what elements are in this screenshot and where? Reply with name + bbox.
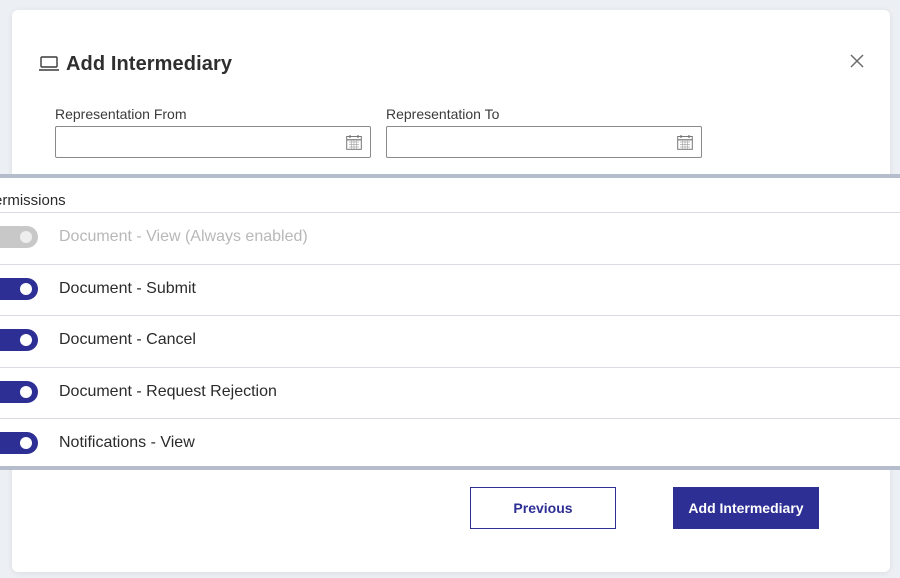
close-icon[interactable] <box>848 52 866 70</box>
permission-toggle-request-rejection[interactable] <box>0 381 38 403</box>
dialog-header: Add Intermediary <box>38 50 232 78</box>
calendar-icon[interactable] <box>346 135 362 150</box>
laptop-icon <box>39 56 59 71</box>
representation-from-field[interactable] <box>55 126 371 158</box>
permission-toggle-notifications-view[interactable] <box>0 432 38 454</box>
permissions-title: ermissions <box>0 192 66 209</box>
permission-toggle-view <box>0 226 38 248</box>
permission-row: Document - View (Always enabled) <box>0 212 900 263</box>
representation-to-input[interactable] <box>393 128 667 158</box>
permission-row: Document - Request Rejection <box>0 367 900 418</box>
permission-label: Document - Cancel <box>59 331 196 348</box>
permission-row: Document - Submit <box>0 264 900 315</box>
add-intermediary-button[interactable]: Add Intermediary <box>673 487 819 529</box>
permission-label: Document - View (Always enabled) <box>59 228 308 245</box>
permission-row: Notifications - View <box>0 418 900 469</box>
permissions-panel: ermissions Document - View (Always enabl… <box>0 174 900 470</box>
permission-row: Document - Cancel <box>0 315 900 366</box>
permission-label: Notifications - View <box>59 434 195 451</box>
representation-to-field[interactable] <box>386 126 702 158</box>
dialog-title: Add Intermediary <box>66 52 233 75</box>
representation-from-input[interactable] <box>62 128 336 158</box>
permission-toggle-submit[interactable] <box>0 278 38 300</box>
permission-label: Document - Submit <box>59 280 196 297</box>
permission-label: Document - Request Rejection <box>59 383 277 400</box>
previous-button[interactable]: Previous <box>470 487 616 529</box>
representation-from-label: Representation From <box>55 106 187 122</box>
calendar-icon[interactable] <box>677 135 693 150</box>
permission-toggle-cancel[interactable] <box>0 329 38 351</box>
representation-to-label: Representation To <box>386 106 500 122</box>
